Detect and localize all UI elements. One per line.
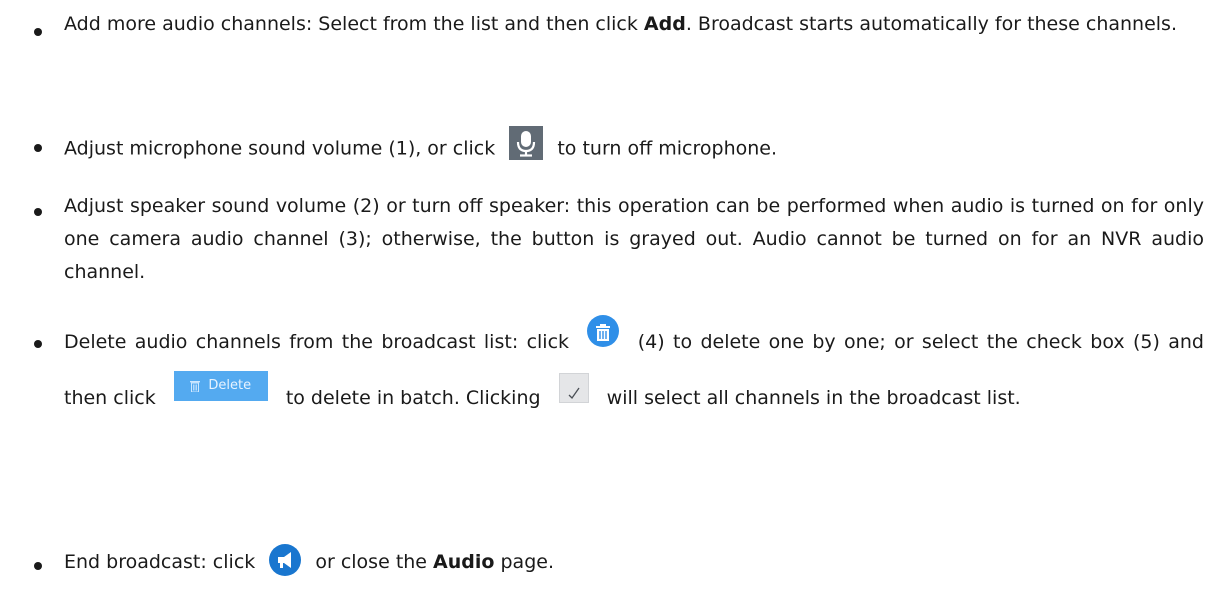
- bullet-dot: [34, 28, 42, 36]
- trash-icon[interactable]: [587, 314, 620, 347]
- text-segment: End broadcast: click: [64, 551, 256, 573]
- text-segment: Delete audio channels from the broadcast…: [64, 331, 570, 353]
- bullet-dot: [34, 144, 42, 152]
- broadcast-icon[interactable]: [269, 543, 302, 576]
- check-icon[interactable]: [558, 372, 589, 403]
- text-segment: . Broadcast starts automatically for the…: [685, 13, 1177, 35]
- delete-button[interactable]: Delete: [173, 370, 268, 401]
- trash-icon: [190, 380, 201, 392]
- bold-add: Add: [643, 13, 686, 35]
- text-segment: Add more audio channels: Select from the…: [64, 13, 644, 35]
- delete-button-label: Delete: [208, 377, 252, 393]
- bullet-text-speaker: Adjust speaker sound volume (2) or turn …: [64, 195, 1204, 283]
- bullet-text-end-broadcast: End broadcast: click or close the Audio …: [64, 543, 1204, 579]
- bullet-dot: [34, 340, 42, 348]
- text-segment: will select all channels in the broadcas…: [606, 387, 1021, 409]
- microphone-icon[interactable]: [509, 126, 544, 160]
- text-segment: Adjust microphone sound volume (1), or c…: [64, 137, 496, 160]
- bold-audio: Audio: [433, 551, 495, 573]
- instruction-list: Add more audio channels: Select from the…: [0, 0, 1226, 589]
- text-segment: to turn off microphone.: [557, 137, 778, 160]
- bullet-dot: [34, 208, 42, 216]
- bullet-text-add-channels: Add more audio channels: Select from the…: [64, 8, 1204, 41]
- text-segment: to delete in batch. Clicking: [285, 387, 541, 409]
- bullet-dot: [34, 562, 42, 570]
- bullet-text-delete: Delete audio channels from the broadcast…: [64, 314, 1204, 426]
- text-segment: page.: [494, 551, 554, 573]
- bullet-text-microphone: Adjust microphone sound volume (1), or c…: [64, 126, 1204, 166]
- text-segment: or close the: [315, 551, 434, 573]
